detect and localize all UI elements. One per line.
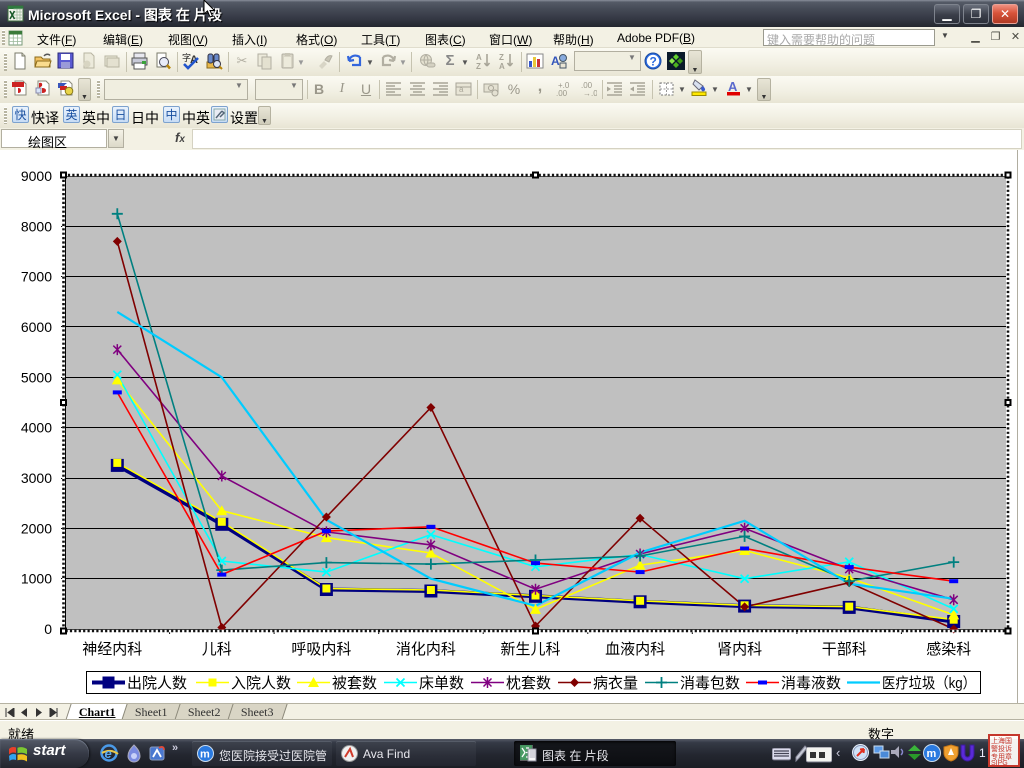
svg-text:Z: Z [476,62,481,70]
svg-text:干部科: 干部科 [822,641,867,658]
svg-text:0: 0 [44,621,52,637]
svg-text:床单数: 床单数 [419,675,464,692]
svg-text:消毒包数: 消毒包数 [680,675,740,692]
svg-text:新生儿科: 新生儿科 [500,641,560,658]
svg-text:9000: 9000 [21,168,52,184]
svg-text:警投诉: 警投诉 [991,744,1012,753]
svg-text:7000: 7000 [21,269,52,285]
svg-text:消化内科: 消化内科 [396,641,456,658]
svg-text:肾内科: 肾内科 [717,641,762,658]
svg-text:神经内科: 神经内科 [82,641,142,658]
svg-text:病衣量: 病衣量 [593,675,638,692]
svg-text:医疗垃圾（kg）: 医疗垃圾（kg） [882,675,976,692]
svg-text:.00: .00 [556,89,568,98]
svg-text:4000: 4000 [21,420,52,436]
svg-text:1000: 1000 [21,571,52,587]
svg-text:呼吸内科: 呼吸内科 [291,641,351,658]
svg-text:儿科: 儿科 [202,641,232,658]
svg-text:血液内科: 血液内科 [605,641,665,658]
svg-text:消毒液数: 消毒液数 [781,675,841,692]
svg-text:a: a [459,85,464,94]
svg-text:出院人数: 出院人数 [127,674,187,692]
svg-text:感染科: 感染科 [926,641,971,658]
svg-text:Z: Z [499,53,504,62]
svg-text:A: A [728,79,738,94]
svg-text:m: m [927,748,937,760]
svg-text:2000: 2000 [21,520,52,536]
svg-text:枕套数: 枕套数 [506,675,551,692]
svg-text:→.0: →.0 [583,89,597,98]
svg-text:8000: 8000 [21,218,52,234]
svg-text:A: A [551,54,560,68]
svg-text:A: A [476,53,482,62]
svg-text:3000: 3000 [21,470,52,486]
svg-text:被套数: 被套数 [332,675,377,692]
svg-text:e: e [105,746,112,761]
svg-text:入院人数: 入院人数 [231,674,291,692]
svg-text:上海国: 上海国 [991,736,1012,745]
svg-text:6000: 6000 [21,319,52,335]
svg-text:SIPG: SIPG [991,760,1008,765]
svg-text:5000: 5000 [21,369,52,385]
svg-text:m: m [200,749,210,761]
svg-text:A: A [499,62,505,70]
svg-text:?: ? [650,55,657,69]
